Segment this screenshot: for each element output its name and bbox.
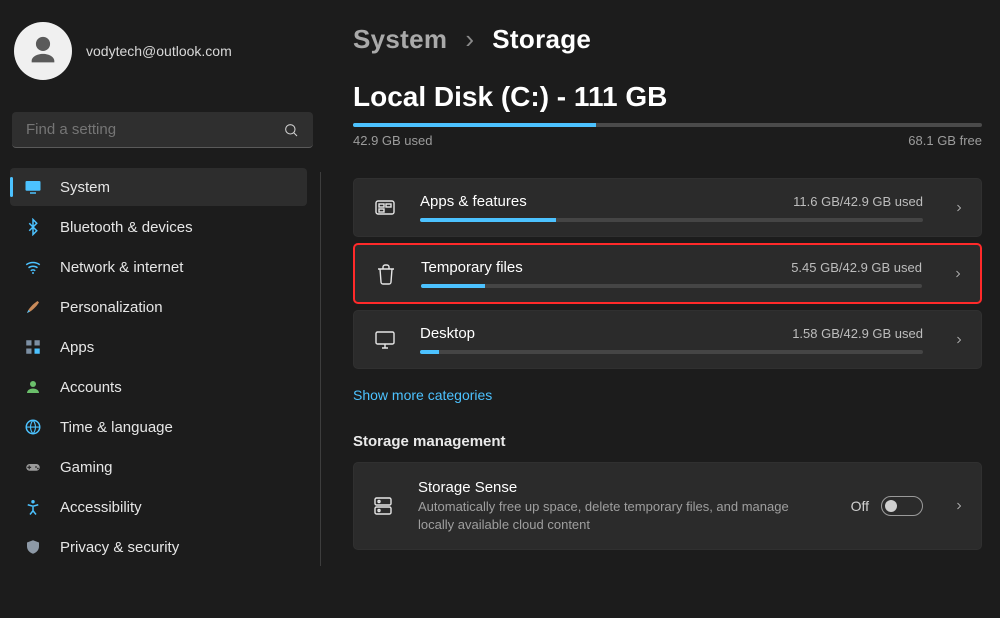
search-input[interactable] [26,121,283,138]
overall-usage: 42.9 GB used 68.1 GB free [353,123,982,148]
category-desktop[interactable]: Desktop 1.58 GB/42.9 GB used [353,310,982,369]
nav-label: Network & internet [60,259,183,276]
nav-label: Time & language [60,419,173,436]
category-title: Apps & features [420,193,527,210]
storage-sense-icon [370,493,396,519]
chevron-right-icon [953,334,965,346]
accessibility-icon [24,498,42,516]
main-panel: System › Storage Local Disk (C:) - 111 G… [325,0,1000,618]
nav-separator [320,172,321,566]
disk-title: Local Disk (C:) - 111 GB [353,81,982,113]
search-icon [283,122,299,138]
chevron-right-icon: › [465,24,474,55]
nav-label: Accessibility [60,499,142,516]
category-temporary-files[interactable]: Temporary files 5.45 GB/42.9 GB used [353,243,982,304]
paintbrush-icon [24,298,42,316]
category-apps-features[interactable]: Apps & features 11.6 GB/42.9 GB used [353,178,982,237]
trash-icon [373,261,399,287]
wifi-icon [24,258,42,276]
storage-sense-state: Off [851,498,869,514]
search-input-wrap[interactable] [12,112,313,148]
globe-clock-icon [24,418,42,436]
category-title: Desktop [420,325,475,342]
nav-label: System [60,179,110,196]
nav-item-accessibility[interactable]: Accessibility [10,488,307,526]
monitor-icon [24,178,42,196]
nav-item-privacy[interactable]: Privacy & security [10,528,307,566]
storage-sense-description: Automatically free up space, delete temp… [418,498,798,533]
gamepad-icon [24,458,42,476]
chevron-right-icon [953,500,965,512]
chevron-right-icon [952,268,964,280]
category-usage: 11.6 GB/42.9 GB used [793,194,923,209]
nav-label: Apps [60,339,94,356]
show-more-categories-link[interactable]: Show more categories [353,387,492,403]
nav-label: Bluetooth & devices [60,219,193,236]
apps-features-icon [372,195,398,221]
avatar [14,22,72,80]
breadcrumb-current: Storage [492,24,591,55]
nav-item-time-language[interactable]: Time & language [10,408,307,446]
user-email: vodytech@outlook.com [86,43,232,59]
apps-grid-icon [24,338,42,356]
category-title: Temporary files [421,259,523,276]
nav-item-personalization[interactable]: Personalization [10,288,307,326]
desktop-icon [372,327,398,353]
nav: System Bluetooth & devices Network & int… [10,168,317,566]
bluetooth-icon [24,218,42,236]
nav-item-bluetooth[interactable]: Bluetooth & devices [10,208,307,246]
nav-label: Personalization [60,299,163,316]
overall-usage-fill [353,123,596,127]
storage-sense-row[interactable]: Storage Sense Automatically free up spac… [353,462,982,550]
breadcrumb: System › Storage [353,24,982,55]
category-bar [420,350,923,354]
nav-item-gaming[interactable]: Gaming [10,448,307,486]
person-icon [26,34,60,68]
section-storage-management: Storage management [353,433,982,450]
nav-label: Accounts [60,379,122,396]
disk-free-label: 68.1 GB free [908,133,982,148]
storage-categories: Apps & features 11.6 GB/42.9 GB used Tem… [353,178,982,369]
category-usage: 5.45 GB/42.9 GB used [791,260,922,275]
category-bar [420,218,923,222]
nav-item-accounts[interactable]: Accounts [10,368,307,406]
nav-label: Privacy & security [60,539,179,556]
shield-icon [24,538,42,556]
chevron-right-icon [953,202,965,214]
storage-sense-toggle[interactable] [881,496,923,516]
category-bar [421,284,922,288]
nav-item-apps[interactable]: Apps [10,328,307,366]
disk-used-label: 42.9 GB used [353,133,433,148]
account-person-icon [24,378,42,396]
nav-item-network[interactable]: Network & internet [10,248,307,286]
nav-item-system[interactable]: System [10,168,307,206]
storage-sense-title: Storage Sense [418,479,829,496]
account-header[interactable]: vodytech@outlook.com [10,18,317,94]
sidebar: vodytech@outlook.com System Bluetooth & … [0,0,325,618]
overall-usage-bar [353,123,982,127]
nav-label: Gaming [60,459,113,476]
breadcrumb-parent[interactable]: System [353,24,447,55]
category-usage: 1.58 GB/42.9 GB used [792,326,923,341]
